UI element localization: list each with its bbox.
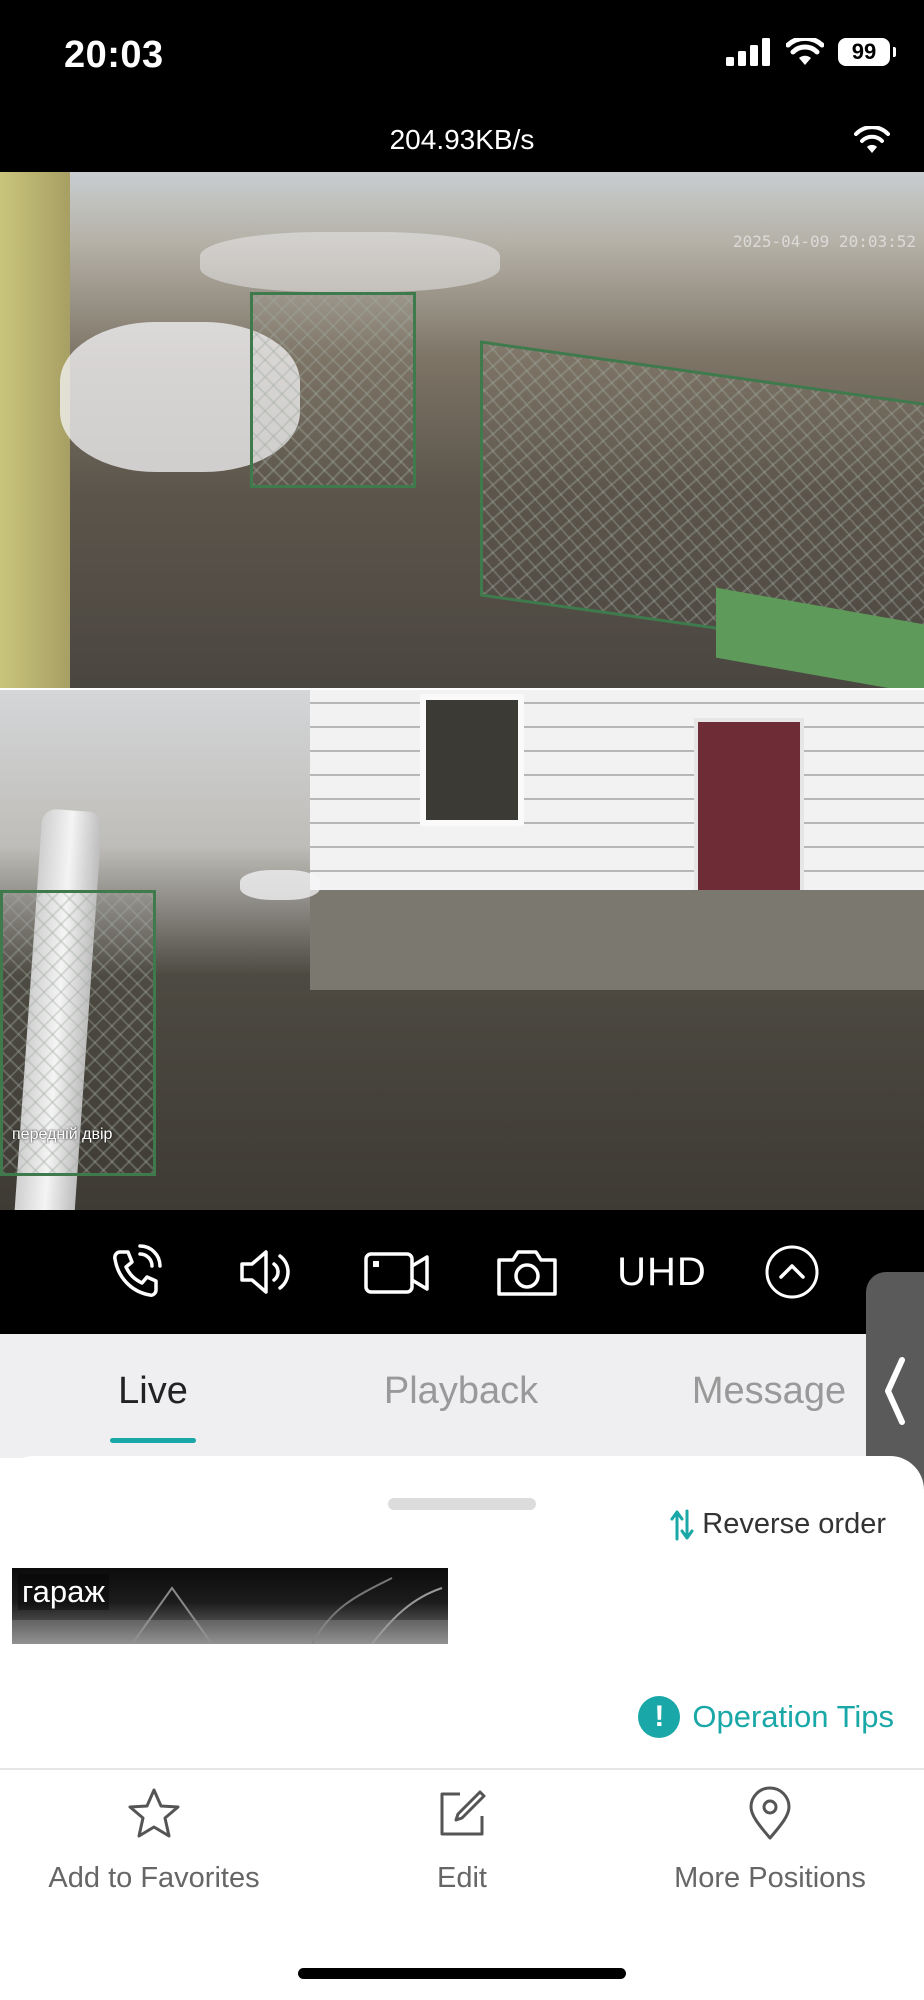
device-name: гараж xyxy=(18,1574,110,1610)
device-sheet: Reverse order гараж ! Operation Tips xyxy=(0,1456,924,1768)
house-window xyxy=(420,694,524,826)
bottom-action-bar: Add to Favorites Edit More Positions xyxy=(0,1770,924,2000)
sheet-grabber[interactable] xyxy=(388,1498,536,1510)
quality-button[interactable]: UHD xyxy=(612,1240,712,1304)
status-bar: 20:03 99 xyxy=(0,0,924,112)
osd-timestamp: 2025-04-09 20:03:52 xyxy=(732,232,916,251)
phone-icon xyxy=(113,1244,162,1297)
more-positions-label: More Positions xyxy=(674,1862,866,1894)
status-time: 20:03 xyxy=(64,34,164,76)
audio-button[interactable] xyxy=(234,1240,298,1304)
snapshot-button[interactable] xyxy=(494,1240,560,1304)
edit-label: Edit xyxy=(437,1862,487,1894)
camera-feed-1[interactable]: 2025-04-09 20:03:52 xyxy=(0,172,924,688)
edit-icon xyxy=(440,1790,486,1836)
chevron-up-circle-icon xyxy=(765,1245,819,1299)
add-to-favorites-button[interactable]: Add to Favorites xyxy=(0,1770,308,1895)
wifi-signal-icon xyxy=(854,126,890,153)
edit-button[interactable]: Edit xyxy=(308,1770,616,1895)
speaker-icon xyxy=(240,1250,290,1294)
snow-patch xyxy=(240,870,320,900)
record-button[interactable] xyxy=(362,1240,432,1304)
house-wall xyxy=(0,172,70,688)
snow-patch xyxy=(200,232,500,292)
sort-arrows-icon xyxy=(670,1509,694,1540)
wifi-icon xyxy=(786,38,824,65)
star-icon xyxy=(128,1788,180,1838)
location-pin-icon xyxy=(749,1786,791,1840)
operation-tips-link[interactable]: ! Operation Tips xyxy=(638,1696,894,1738)
system-icons: 99 xyxy=(726,38,896,66)
operation-tips-label: Operation Tips xyxy=(692,1699,894,1734)
talk-button[interactable] xyxy=(102,1240,166,1304)
fence-gate xyxy=(250,292,416,488)
exclamation-icon: ! xyxy=(638,1696,681,1738)
video-camera-icon xyxy=(364,1252,429,1294)
wall-base xyxy=(310,890,924,990)
device-thumbnail[interactable]: гараж xyxy=(12,1568,448,1644)
live-controls: UHD xyxy=(0,1210,924,1334)
chevron-left-icon xyxy=(885,1357,905,1425)
osd-camera-name: передній двір xyxy=(12,1126,113,1143)
reverse-order-button[interactable]: Reverse order xyxy=(670,1508,886,1541)
tab-bar: Live Playback Message xyxy=(0,1334,924,1458)
battery-indicator: 99 xyxy=(838,38,896,66)
tab-message[interactable]: Message xyxy=(659,1370,879,1413)
reverse-order-label: Reverse order xyxy=(702,1508,886,1540)
active-tab-indicator xyxy=(110,1438,196,1443)
home-indicator xyxy=(298,1968,626,1979)
expand-controls-button[interactable] xyxy=(764,1240,820,1304)
tab-live[interactable]: Live xyxy=(43,1370,263,1413)
more-positions-button[interactable]: More Positions xyxy=(616,1770,924,1895)
cellular-signal-icon xyxy=(726,38,770,66)
camera-icon xyxy=(497,1250,557,1296)
stream-speed: 204.93KB/s xyxy=(389,124,535,155)
stream-info-bar: 204.93KB/s xyxy=(0,112,924,172)
tab-playback[interactable]: Playback xyxy=(351,1370,571,1413)
camera-feed-2[interactable]: передній двір xyxy=(0,690,924,1210)
add-to-favorites-label: Add to Favorites xyxy=(48,1862,260,1894)
